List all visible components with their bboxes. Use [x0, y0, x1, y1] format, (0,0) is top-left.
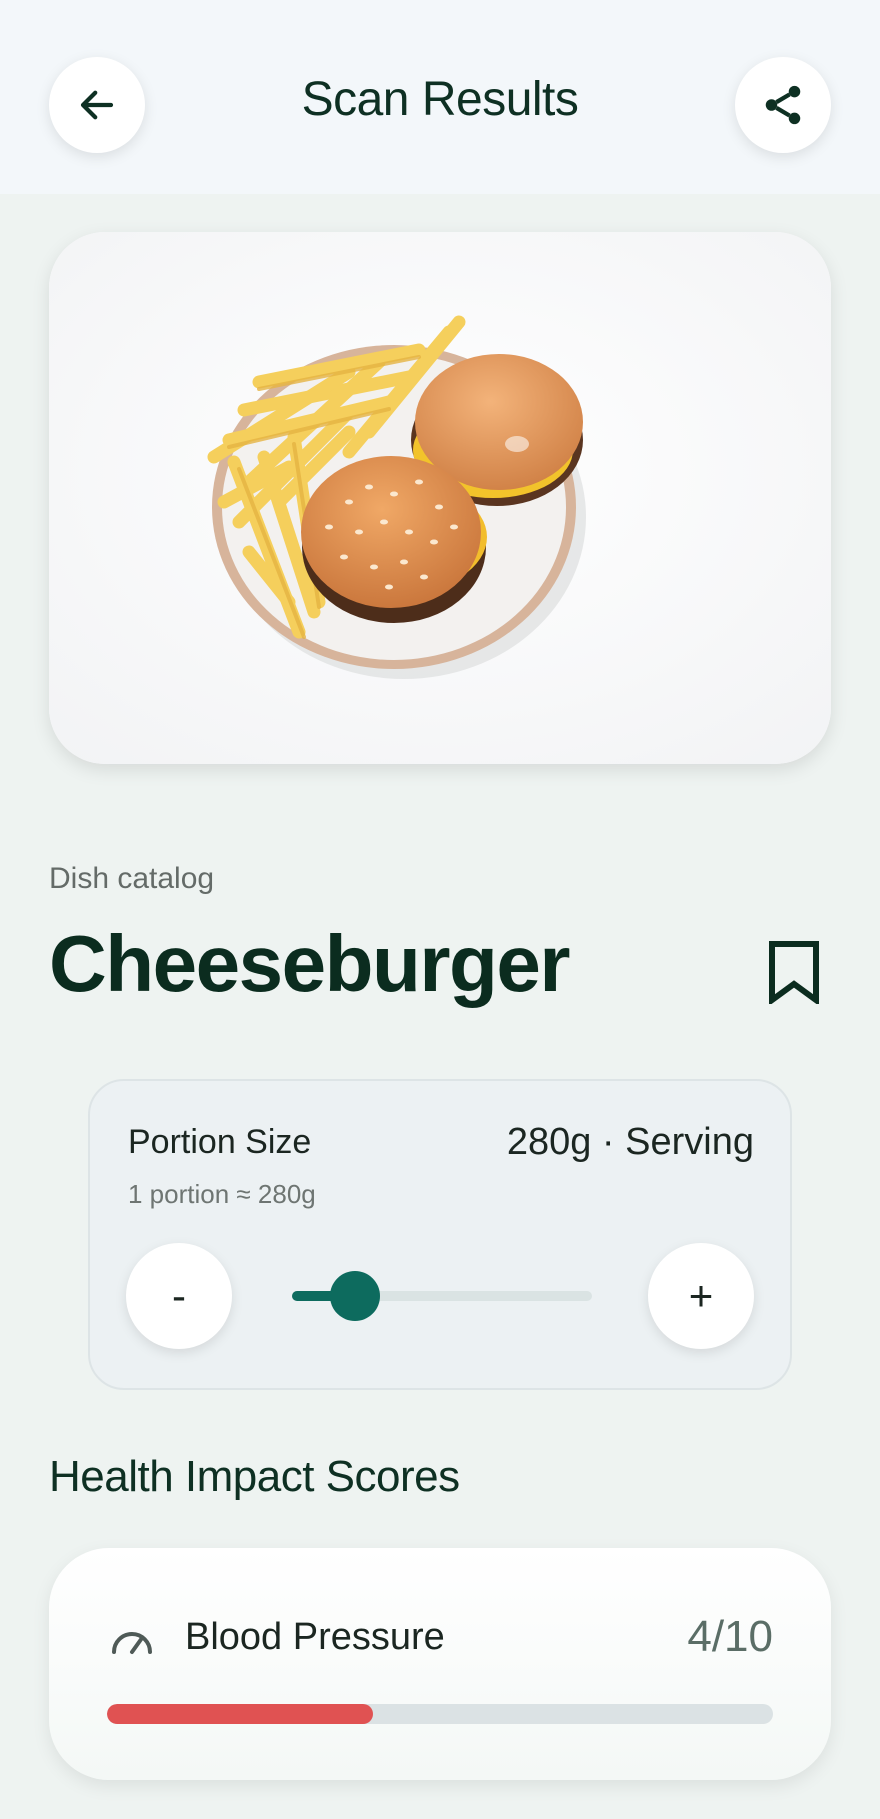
top-app-bar: Scan Results [0, 0, 880, 194]
dish-name: Cheeseburger [49, 919, 570, 1008]
portion-equivalence: 1 portion ≈ 280g [128, 1179, 316, 1209]
decrease-portion-button[interactable]: - [126, 1243, 232, 1349]
food-image [49, 232, 831, 764]
share-icon [765, 85, 801, 125]
score-card-blood-pressure[interactable]: Blood Pressure 4/10 [49, 1548, 831, 1780]
share-button[interactable] [735, 57, 831, 153]
portion-size-value: 280g · Serving [506, 1121, 754, 1163]
bookmark-icon[interactable] [766, 940, 822, 1004]
score-name: Blood Pressure [185, 1616, 445, 1658]
health-scores-title: Health Impact Scores [49, 1452, 460, 1501]
portion-size-label: Portion Size [128, 1123, 312, 1161]
score-bar-fill [107, 1704, 374, 1724]
portion-slider[interactable] [292, 1271, 592, 1321]
gauge-icon [112, 1632, 152, 1654]
dish-catalog-label: Dish catalog [49, 862, 215, 895]
increase-portion-button[interactable]: + [648, 1243, 754, 1349]
score-bar [107, 1704, 773, 1724]
score-value: 4/10 [687, 1612, 773, 1661]
portion-size-card: Portion Size 280g · Serving 1 portion ≈ … [88, 1079, 792, 1390]
portion-slider-thumb[interactable] [330, 1271, 380, 1321]
food-photo [49, 232, 831, 764]
